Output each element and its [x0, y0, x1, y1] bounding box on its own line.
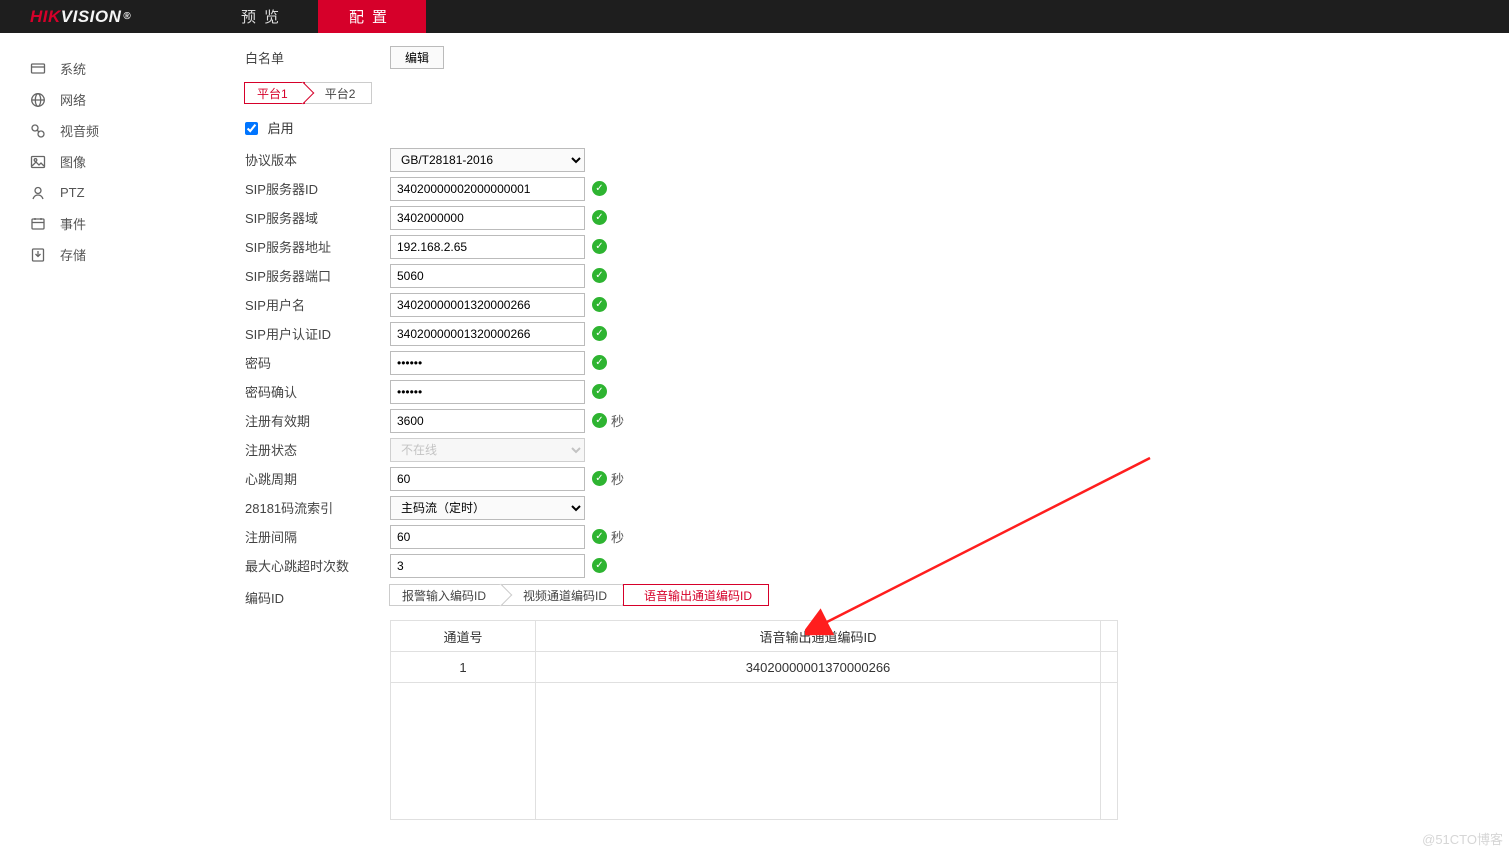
encode-id-tabs: 报警输入编码ID 视频通道编码ID 语音输出通道编码ID — [390, 584, 1118, 606]
content-pane: 白名单 编辑 平台1 平台2 启用 协议版本 GB/T28181-2016 SI… — [210, 33, 1509, 820]
table-row[interactable]: 1 34020000001370000266 — [391, 652, 1117, 683]
sip-addr-input[interactable] — [390, 235, 585, 259]
encode-id-label: 编码ID — [245, 584, 390, 607]
reg-interval-label: 注册间隔 — [245, 527, 390, 546]
sip-domain-label: SIP服务器域 — [245, 208, 390, 227]
check-icon: ✓ — [592, 558, 607, 573]
sidebar-item-ptz[interactable]: PTZ — [0, 177, 210, 208]
sidebar-item-label: PTZ — [60, 185, 85, 200]
whitelist-label: 白名单 — [245, 48, 390, 67]
channel-table: 通道号 语音输出通道编码ID 1 34020000001370000266 — [390, 620, 1118, 820]
tab-platform1[interactable]: 平台1 — [244, 82, 305, 104]
edit-button[interactable]: 编辑 — [390, 46, 444, 69]
sidebar-item-label: 存储 — [60, 245, 86, 264]
max-hb-label: 最大心跳超时次数 — [245, 556, 390, 575]
reg-status-select: 不在线 — [390, 438, 585, 462]
check-icon: ✓ — [592, 268, 607, 283]
cell-voice-id: 34020000001370000266 — [536, 652, 1101, 682]
reg-status-label: 注册状态 — [245, 440, 390, 459]
reg-valid-input[interactable] — [390, 409, 585, 433]
check-icon: ✓ — [592, 471, 607, 486]
stream-idx-label: 28181码流索引 — [245, 498, 390, 517]
platform-tabs: 平台1 平台2 — [245, 82, 1509, 104]
globe-icon — [30, 92, 46, 108]
brand-part1: HIK — [30, 7, 61, 27]
sidebar-item-event[interactable]: 事件 — [0, 208, 210, 239]
ptz-icon — [30, 185, 46, 201]
password2-input[interactable] — [390, 380, 585, 404]
check-icon: ✓ — [592, 181, 607, 196]
check-icon: ✓ — [592, 210, 607, 225]
sidebar-item-storage[interactable]: 存储 — [0, 239, 210, 270]
sip-domain-input[interactable] — [390, 206, 585, 230]
watermark: @51CTO博客 — [1422, 829, 1503, 848]
sip-user-label: SIP用户名 — [245, 295, 390, 314]
brand-logo: HIKVISION® — [0, 0, 210, 33]
sidebar-item-label: 系统 — [60, 59, 86, 78]
table-empty-area — [391, 683, 1117, 819]
col-channel: 通道号 — [391, 621, 536, 651]
enable-checkbox[interactable] — [245, 122, 258, 135]
password-input[interactable] — [390, 351, 585, 375]
sip-port-label: SIP服务器端口 — [245, 266, 390, 285]
av-icon — [30, 123, 46, 139]
sidebar-item-label: 图像 — [60, 152, 86, 171]
top-bar: HIKVISION® 预览 配置 — [0, 0, 1509, 33]
tab-preview[interactable]: 预览 — [210, 0, 318, 33]
brand-reg: ® — [123, 11, 131, 22]
unit-seconds: 秒 — [611, 411, 624, 430]
sidebar-item-system[interactable]: 系统 — [0, 53, 210, 84]
sip-auth-id-input[interactable] — [390, 322, 585, 346]
sidebar-item-label: 事件 — [60, 214, 86, 233]
password2-label: 密码确认 — [245, 382, 390, 401]
unit-seconds: 秒 — [611, 469, 624, 488]
check-icon: ✓ — [592, 529, 607, 544]
sidebar-item-av[interactable]: 视音频 — [0, 115, 210, 146]
sip-user-input[interactable] — [390, 293, 585, 317]
sip-addr-label: SIP服务器地址 — [245, 237, 390, 256]
reg-valid-label: 注册有效期 — [245, 411, 390, 430]
image-icon — [30, 154, 46, 170]
max-hb-input[interactable] — [390, 554, 585, 578]
tab-config[interactable]: 配置 — [318, 0, 426, 33]
check-icon: ✓ — [592, 239, 607, 254]
system-icon — [30, 61, 46, 77]
col-voice-id: 语音输出通道编码ID — [536, 621, 1101, 651]
sidebar: 系统 网络 视音频 图像 PTZ 事件 存储 — [0, 33, 210, 820]
unit-seconds: 秒 — [611, 527, 624, 546]
sip-server-id-label: SIP服务器ID — [245, 179, 390, 198]
check-icon: ✓ — [592, 355, 607, 370]
reg-interval-input[interactable] — [390, 525, 585, 549]
check-icon: ✓ — [592, 326, 607, 341]
event-icon — [30, 216, 46, 232]
heartbeat-input[interactable] — [390, 467, 585, 491]
check-icon: ✓ — [592, 413, 607, 428]
enable-row: 启用 — [245, 118, 1509, 137]
check-icon: ✓ — [592, 297, 607, 312]
enable-label: 启用 — [268, 121, 294, 136]
brand-part2: VISION — [61, 7, 122, 27]
sip-server-id-input[interactable] — [390, 177, 585, 201]
sidebar-item-image[interactable]: 图像 — [0, 146, 210, 177]
table-head: 通道号 语音输出通道编码ID — [391, 621, 1117, 652]
cell-channel: 1 — [391, 652, 536, 682]
sidebar-item-network[interactable]: 网络 — [0, 84, 210, 115]
sip-port-input[interactable] — [390, 264, 585, 288]
stream-idx-select[interactable]: 主码流（定时） — [390, 496, 585, 520]
storage-icon — [30, 247, 46, 263]
heartbeat-label: 心跳周期 — [245, 469, 390, 488]
sidebar-item-label: 网络 — [60, 90, 86, 109]
password-label: 密码 — [245, 353, 390, 372]
sip-auth-id-label: SIP用户认证ID — [245, 324, 390, 343]
tab-video-ch-id[interactable]: 视频通道编码ID — [502, 584, 624, 606]
protocol-select[interactable]: GB/T28181-2016 — [390, 148, 585, 172]
tab-alarm-in-id[interactable]: 报警输入编码ID — [389, 584, 503, 606]
sidebar-item-label: 视音频 — [60, 121, 99, 140]
tab-voice-out-id[interactable]: 语音输出通道编码ID — [623, 584, 769, 606]
check-icon: ✓ — [592, 384, 607, 399]
protocol-label: 协议版本 — [245, 150, 390, 169]
